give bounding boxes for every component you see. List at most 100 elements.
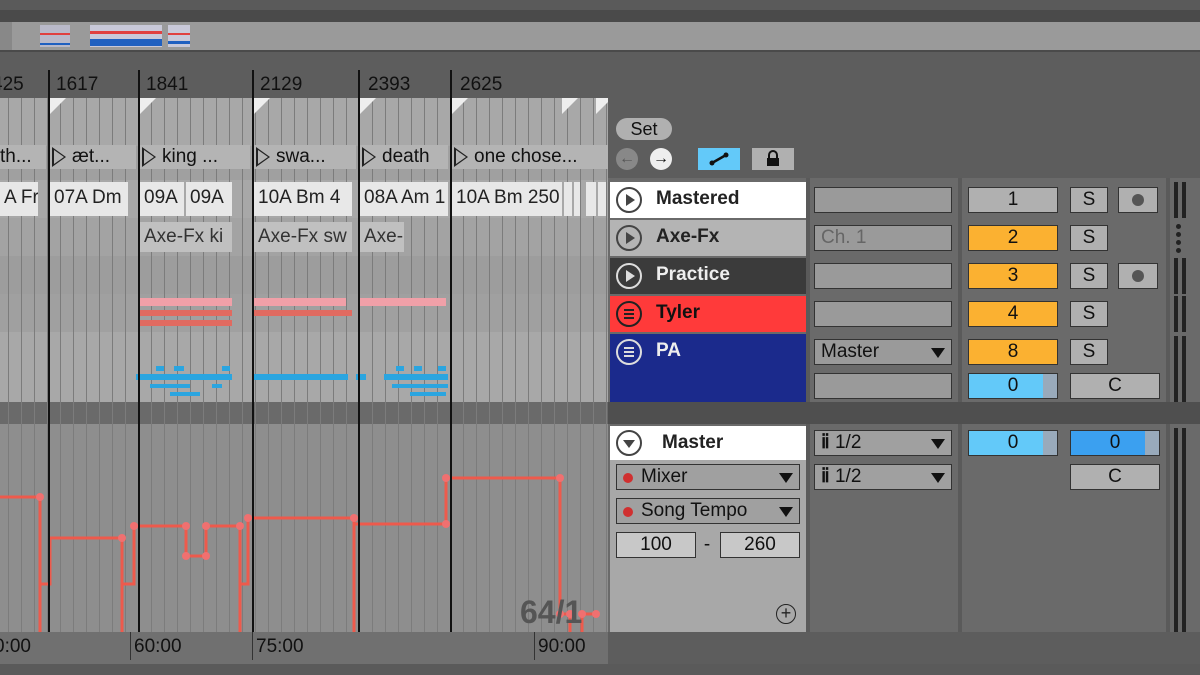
lane-pa[interactable] [0, 332, 608, 402]
level-meter [1182, 428, 1186, 632]
locator-marker[interactable] [596, 98, 608, 114]
input-field[interactable] [814, 301, 952, 327]
next-locator-icon[interactable]: → [650, 148, 672, 170]
track-activator[interactable]: 8 [968, 339, 1058, 365]
master-pan-field[interactable]: C [1070, 464, 1160, 490]
input-field[interactable] [814, 187, 952, 213]
pan-field[interactable]: C [1070, 373, 1160, 399]
locator-marker[interactable] [360, 98, 376, 114]
midi-clip[interactable]: Axe- [360, 222, 404, 252]
locator-marker[interactable] [452, 98, 468, 114]
lane-practice[interactable] [0, 256, 608, 294]
locator-lane[interactable] [0, 98, 608, 146]
input-field[interactable]: Ch. 1 [814, 225, 952, 251]
overview-clip [168, 25, 190, 47]
locator-label[interactable]: th... [0, 145, 46, 169]
track-name: Axe-Fx [656, 226, 720, 247]
play-icon [616, 225, 642, 251]
audio-clip[interactable]: A Fr [0, 182, 38, 216]
prev-locator-icon[interactable]: ← [616, 148, 638, 170]
time-ruler[interactable]: 0:00 60:00 75:00 90:00 [0, 632, 608, 664]
add-lane-icon[interactable]: + [776, 604, 796, 624]
audio-clip[interactable]: 07A Dm [50, 182, 128, 216]
midi-clip[interactable]: Axe-Fx ki [140, 222, 232, 252]
bar-ruler[interactable]: 425 1617 1841 2129 2393 2625 [0, 70, 608, 98]
solo-button[interactable]: S [1070, 263, 1108, 289]
track-activator[interactable]: 1 [968, 187, 1058, 213]
audio-clip[interactable] [586, 182, 596, 216]
range-max-field[interactable]: 260 [720, 532, 800, 558]
track-header-axefx[interactable]: Axe-Fx [610, 220, 806, 256]
output-channel-select[interactable]: ⅱ 1/2 [814, 430, 952, 456]
time-label: 90:00 [538, 636, 586, 657]
track-activator[interactable]: 2 [968, 225, 1058, 251]
solo-button[interactable]: S [1070, 225, 1108, 251]
parameter-chooser[interactable]: Song Tempo [616, 498, 800, 524]
midi-note [396, 366, 404, 371]
locator-label[interactable]: death [360, 145, 448, 169]
track-header-mastered[interactable]: Mastered [610, 182, 806, 218]
locator-marker[interactable] [50, 98, 66, 114]
locator-label[interactable]: king ... [140, 145, 250, 169]
midi-clip[interactable]: Axe-Fx sw [254, 222, 352, 252]
track-name: Master [662, 432, 724, 453]
track-activator[interactable]: 4 [968, 301, 1058, 327]
clip-content[interactable] [140, 298, 232, 306]
arrangement-view[interactable]: 425 1617 1841 2129 2393 2625 th... æt...… [0, 70, 608, 632]
track-header-pa[interactable]: PA [610, 334, 806, 402]
arm-button[interactable] [1118, 187, 1158, 213]
locator-label[interactable]: swa... [254, 145, 356, 169]
tempo-automation-curve[interactable] [0, 424, 608, 632]
overview-bar[interactable] [0, 22, 1200, 50]
solo-button[interactable]: S [1070, 301, 1108, 327]
locator-marker[interactable] [562, 98, 578, 114]
lock-icon[interactable] [752, 148, 794, 170]
clip-content[interactable] [254, 298, 346, 306]
volume-field[interactable]: 0 [968, 373, 1058, 399]
bar-number: 2393 [368, 74, 411, 95]
master-volume-field[interactable]: 0 [968, 430, 1058, 456]
overview-clip [90, 25, 162, 47]
level-meter [1174, 296, 1178, 332]
audio-clip[interactable] [598, 182, 606, 216]
set-button[interactable]: Set [616, 118, 672, 140]
clip-content[interactable] [360, 298, 446, 306]
audio-clip[interactable]: 08A Am 1 [360, 182, 448, 216]
audio-clip[interactable]: 09A [186, 182, 232, 216]
draw-mode-icon[interactable] [698, 148, 740, 170]
clip-content[interactable] [140, 310, 232, 316]
audio-clip[interactable] [574, 182, 580, 216]
audio-clip[interactable]: 10A Bm 4 [254, 182, 352, 216]
range-separator: - [703, 534, 711, 555]
chevron-down-icon[interactable] [616, 430, 642, 456]
level-meter [1174, 336, 1178, 402]
track-header-practice[interactable]: Practice [610, 258, 806, 294]
play-icon [616, 263, 642, 289]
locator-label[interactable]: æt... [50, 145, 136, 169]
cue-volume-field[interactable]: 0 [1070, 430, 1160, 456]
solo-button[interactable]: S [1070, 187, 1108, 213]
solo-button[interactable]: S [1070, 339, 1108, 365]
track-activator[interactable]: 3 [968, 263, 1058, 289]
automation-dot-icon [623, 473, 633, 483]
time-label: 60:00 [134, 636, 182, 657]
locator-label[interactable]: one chose... [452, 145, 608, 169]
device-chooser[interactable]: Mixer [616, 464, 800, 490]
locator-marker[interactable] [254, 98, 270, 114]
locator-marker[interactable] [140, 98, 156, 114]
arm-button[interactable] [1118, 263, 1158, 289]
audio-clip[interactable]: 10A Bm 250 [452, 182, 562, 216]
clip-content[interactable] [140, 320, 232, 326]
cue-channel-select[interactable]: ⅱ 1/2 [814, 464, 952, 490]
output-select[interactable]: Master [814, 339, 952, 365]
clip-content[interactable] [254, 310, 352, 316]
output-field[interactable] [814, 373, 952, 399]
midi-icon [616, 339, 642, 365]
input-field[interactable] [814, 263, 952, 289]
audio-clip[interactable]: 09A [140, 182, 184, 216]
track-header-master[interactable]: Master [610, 426, 806, 460]
range-min-field[interactable]: 100 [616, 532, 696, 558]
track-header-tyler[interactable]: Tyler [610, 296, 806, 332]
more-icon[interactable] [1176, 224, 1182, 253]
audio-clip[interactable] [564, 182, 572, 216]
